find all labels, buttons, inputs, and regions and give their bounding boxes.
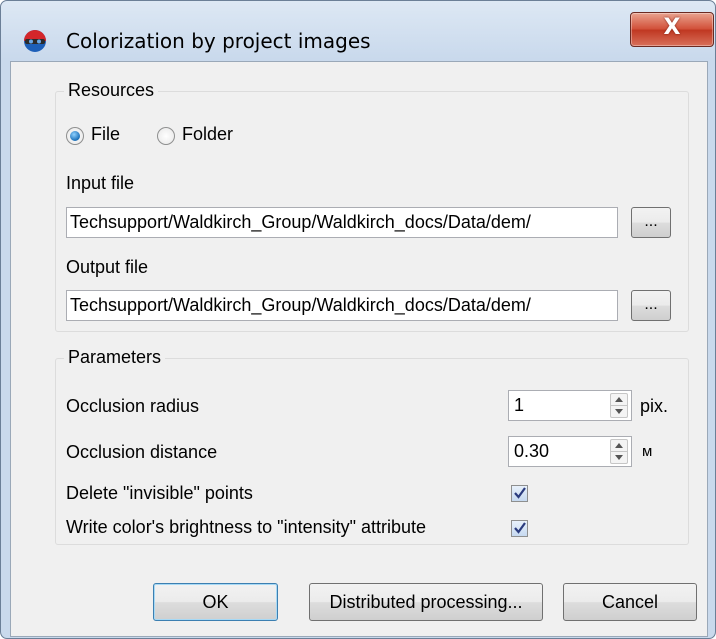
occlusion-radius-label: Occlusion radius xyxy=(66,396,200,416)
write-brightness-checkbox[interactable] xyxy=(511,520,528,537)
app-icon xyxy=(23,29,47,53)
dialog-window: Colorization by project images X Resourc… xyxy=(0,0,716,639)
resources-group: Resources File Folder Input file Techsup… xyxy=(55,80,689,332)
occlusion-distance-unit: м xyxy=(642,443,653,460)
checkmark-icon xyxy=(514,522,526,534)
occlusion-distance-spinbox[interactable]: 0.30 xyxy=(508,436,632,467)
spin-arrows-icon[interactable] xyxy=(610,393,628,418)
occlusion-distance-value: 0.30 xyxy=(514,441,550,461)
write-brightness-label: Write color's brightness to "intensity" … xyxy=(66,517,427,537)
parameters-group: Parameters Occlusion radius 1 pix. Occlu… xyxy=(55,347,689,545)
distributed-processing-button[interactable]: Distributed processing... xyxy=(309,583,543,621)
close-icon: X xyxy=(663,15,681,40)
output-browse-button[interactable]: ... xyxy=(631,290,671,321)
checkmark-icon xyxy=(514,487,526,499)
output-file-field[interactable]: Techsupport/Waldkirch_Group/Waldkirch_do… xyxy=(66,290,618,321)
occlusion-distance-label: Occlusion distance xyxy=(66,442,218,462)
resources-legend: Resources xyxy=(64,80,159,101)
input-file-label: Input file xyxy=(66,173,135,193)
cancel-button[interactable]: Cancel xyxy=(563,583,697,621)
occlusion-radius-unit: pix. xyxy=(640,396,669,416)
dialog-body: Resources File Folder Input file Techsup… xyxy=(10,61,708,637)
folder-radio-label[interactable]: Folder xyxy=(182,124,233,145)
title-bar[interactable]: Colorization by project images X xyxy=(1,1,715,61)
folder-radio[interactable] xyxy=(157,127,175,145)
delete-invisible-checkbox[interactable] xyxy=(511,485,528,502)
parameters-legend: Parameters xyxy=(64,347,166,368)
delete-invisible-label: Delete "invisible" points xyxy=(66,483,253,503)
ok-button[interactable]: OK xyxy=(153,583,278,621)
occlusion-radius-value: 1 xyxy=(514,395,525,415)
file-radio-label[interactable]: File xyxy=(91,124,120,145)
spin-arrows-icon[interactable] xyxy=(610,439,628,464)
close-button[interactable]: X xyxy=(630,12,714,47)
output-file-label: Output file xyxy=(66,257,149,277)
input-file-field[interactable]: Techsupport/Waldkirch_Group/Waldkirch_do… xyxy=(66,207,618,238)
file-radio[interactable] xyxy=(66,127,84,145)
window-title: Colorization by project images xyxy=(66,29,371,53)
occlusion-radius-spinbox[interactable]: 1 xyxy=(508,390,632,421)
input-browse-button[interactable]: ... xyxy=(631,207,671,238)
